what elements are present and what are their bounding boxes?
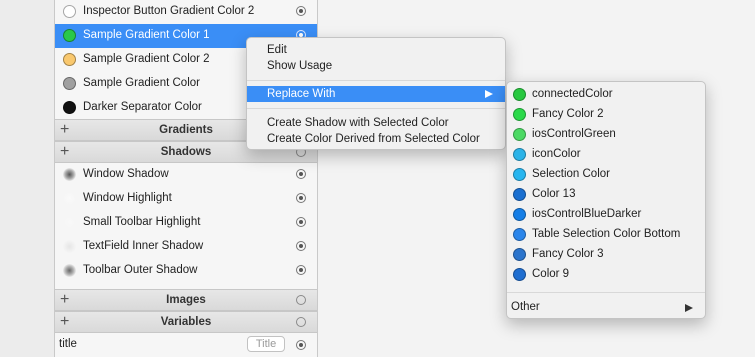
radio-icon[interactable] <box>296 295 306 305</box>
color-swatch <box>513 268 526 281</box>
submenu-color-label: iosControlGreen <box>532 128 616 140</box>
section-variables[interactable]: + Variables <box>55 311 317 333</box>
window-left-strip <box>0 0 54 357</box>
submenu-color-label: Table Selection Color Bottom <box>532 228 681 240</box>
color-swatch <box>63 5 76 18</box>
radio-icon[interactable] <box>296 169 306 179</box>
submenu-color-item[interactable]: iosControlBlueDarker <box>507 205 705 225</box>
color-swatch <box>513 88 526 101</box>
context-menu: Edit Show Usage Replace With Create Shad… <box>246 37 506 150</box>
submenu-color-item[interactable]: iosControlGreen <box>507 125 705 145</box>
shadow-swatch <box>63 192 76 205</box>
color-row[interactable]: Inspector Button Gradient Color 2 <box>55 0 317 24</box>
radio-icon[interactable] <box>296 317 306 327</box>
shadow-label: Toolbar Outer Shadow <box>83 264 198 276</box>
menu-separator <box>507 292 705 293</box>
color-swatch <box>513 208 526 221</box>
submenu-color-item[interactable]: Fancy Color 3 <box>507 245 705 265</box>
color-swatch <box>513 148 526 161</box>
menu-separator <box>247 80 505 81</box>
submenu-color-item[interactable]: Color 9 <box>507 265 705 285</box>
shadow-row[interactable]: Small Toolbar Highlight <box>55 211 317 235</box>
submenu-color-label: Fancy Color 3 <box>532 248 604 260</box>
radio-icon[interactable] <box>296 340 306 350</box>
submenu-color-label: iosControlBlueDarker <box>532 208 642 220</box>
submenu-color-label: Color 9 <box>532 268 570 280</box>
menu-item-create-derived-color[interactable]: Create Color Derived from Selected Color <box>247 131 505 147</box>
section-title: Images <box>166 294 206 306</box>
menu-separator <box>247 108 505 109</box>
radio-icon[interactable] <box>296 193 306 203</box>
color-label: Sample Gradient Color 1 <box>83 29 210 41</box>
shadow-swatch <box>63 168 76 181</box>
color-swatch <box>513 168 526 181</box>
submenu-other-label: Other <box>511 301 540 313</box>
color-label: Sample Gradient Color 2 <box>83 53 210 65</box>
shadow-row[interactable]: Window Shadow <box>55 163 317 187</box>
color-label: Darker Separator Color <box>83 101 202 113</box>
color-swatch <box>513 108 526 121</box>
section-images[interactable]: + Images <box>55 289 317 311</box>
shadow-swatch <box>63 240 76 253</box>
radio-icon[interactable] <box>296 6 306 16</box>
variable-value-field[interactable]: Title <box>247 336 285 352</box>
color-swatch <box>63 29 76 42</box>
submenu-item-other[interactable]: Other <box>507 298 705 318</box>
replace-with-submenu: connectedColor Fancy Color 2 iosControlG… <box>506 81 706 319</box>
radio-icon[interactable] <box>296 241 306 251</box>
submenu-color-label: iconColor <box>532 148 581 160</box>
submenu-color-item[interactable]: Color 13 <box>507 185 705 205</box>
color-swatch <box>513 248 526 261</box>
color-swatch <box>63 77 76 90</box>
color-swatch <box>63 101 76 114</box>
color-swatch <box>63 53 76 66</box>
shadow-swatch <box>63 216 76 229</box>
submenu-color-label: connectedColor <box>532 88 613 100</box>
shadow-label: Window Highlight <box>83 192 172 204</box>
submenu-color-label: Selection Color <box>532 168 610 180</box>
submenu-color-label: Color 13 <box>532 188 576 200</box>
shadow-label: TextField Inner Shadow <box>83 240 204 252</box>
shadow-label: Small Toolbar Highlight <box>83 216 201 228</box>
shadow-label: Window Shadow <box>83 168 169 180</box>
shadow-row[interactable]: Toolbar Outer Shadow <box>55 259 317 283</box>
submenu-color-item[interactable]: Table Selection Color Bottom <box>507 225 705 245</box>
section-title: Variables <box>160 316 212 328</box>
menu-item-edit[interactable]: Edit <box>247 42 505 58</box>
shadow-swatch <box>63 264 76 277</box>
submenu-color-item[interactable]: Selection Color <box>507 165 705 185</box>
variable-name: title <box>59 338 77 350</box>
color-swatch <box>513 128 526 141</box>
submenu-arrow-icon <box>485 90 493 98</box>
radio-icon[interactable] <box>296 265 306 275</box>
submenu-color-label: Fancy Color 2 <box>532 108 604 120</box>
menu-item-show-usage[interactable]: Show Usage <box>247 58 505 74</box>
color-swatch <box>513 188 526 201</box>
submenu-color-item[interactable]: connectedColor <box>507 85 705 105</box>
menu-item-create-shadow[interactable]: Create Shadow with Selected Color <box>247 115 505 131</box>
variable-row[interactable]: title Title <box>55 334 317 357</box>
submenu-color-item[interactable]: iconColor <box>507 145 705 165</box>
color-label: Sample Gradient Color <box>83 77 200 89</box>
submenu-arrow-icon <box>685 304 693 312</box>
shadow-row[interactable]: Window Highlight <box>55 187 317 211</box>
color-swatch <box>513 228 526 241</box>
radio-icon[interactable] <box>296 217 306 227</box>
menu-item-replace-with[interactable]: Replace With <box>247 86 505 102</box>
shadow-row[interactable]: TextField Inner Shadow <box>55 235 317 259</box>
submenu-color-item[interactable]: Fancy Color 2 <box>507 105 705 125</box>
color-label: Inspector Button Gradient Color 2 <box>83 5 255 17</box>
menu-item-label: Replace With <box>267 88 336 100</box>
